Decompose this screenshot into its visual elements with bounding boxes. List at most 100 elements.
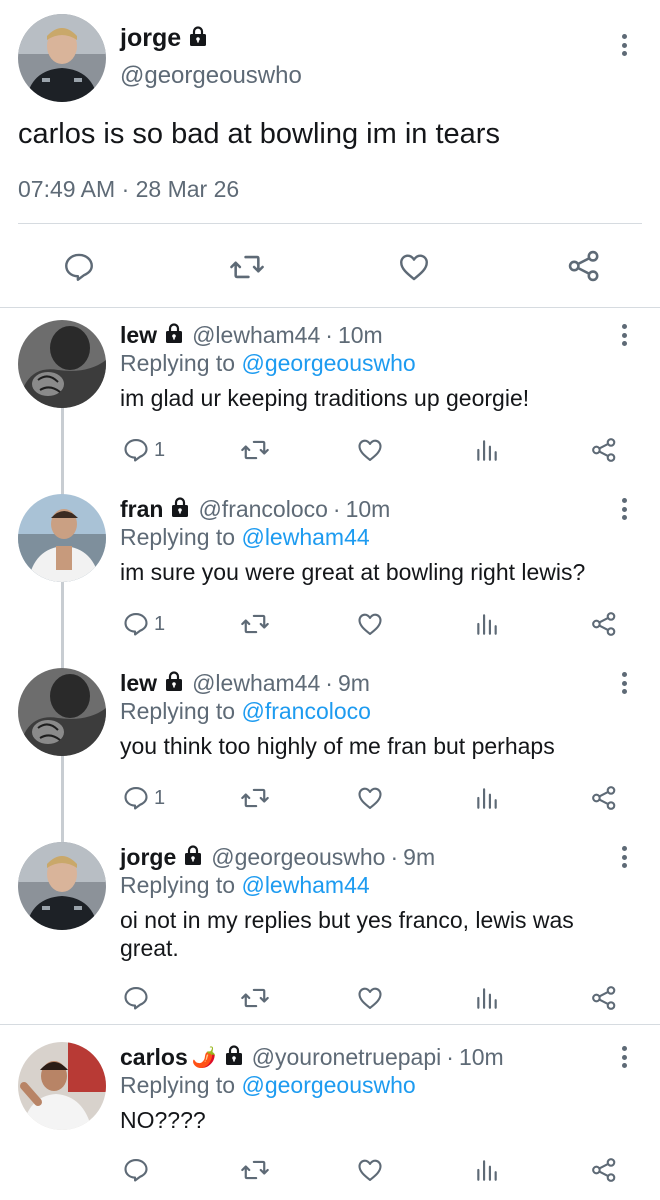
- analytics-button[interactable]: [474, 436, 500, 464]
- author-name[interactable]: jorge: [120, 24, 181, 53]
- more-options-icon[interactable]: [614, 1042, 634, 1072]
- like-button[interactable]: [356, 984, 384, 1012]
- like-icon: [358, 787, 382, 809]
- replying-to: Replying to @georgeouswho: [120, 1072, 416, 1099]
- reply-header: fran @francoloco · 10m: [120, 496, 390, 523]
- author-handle[interactable]: @georgeouswho: [120, 62, 302, 90]
- reply-header: lew @lewham44 · 10m: [120, 322, 383, 349]
- author-name[interactable]: lew: [120, 670, 157, 697]
- reply-icon: [124, 439, 148, 462]
- reply-button[interactable]: [62, 250, 96, 284]
- share-icon: [592, 438, 616, 462]
- retweet-icon: [230, 255, 264, 279]
- like-icon: [358, 439, 382, 461]
- replying-to: Replying to @lewham44: [120, 524, 370, 551]
- retweet-button[interactable]: [240, 984, 270, 1012]
- like-button[interactable]: [356, 436, 384, 464]
- more-options-icon[interactable]: [614, 30, 634, 60]
- name-emoji: 🌶️: [191, 1047, 217, 1069]
- avatar[interactable]: [18, 668, 106, 756]
- share-button[interactable]: [590, 1156, 618, 1184]
- analytics-button[interactable]: [474, 1156, 500, 1184]
- reply-actions: 1: [0, 436, 660, 466]
- share-button[interactable]: [590, 784, 618, 812]
- reply-text: im glad ur keeping traditions up georgie…: [120, 385, 530, 411]
- reply-header: jorge @georgeouswho · 9m: [120, 844, 435, 871]
- reply-actions: 1: [0, 610, 660, 640]
- analytics-button[interactable]: [474, 984, 500, 1012]
- mention-link[interactable]: @lewham44: [241, 524, 369, 550]
- tweet-actions: [0, 244, 660, 288]
- author-handle[interactable]: @francoloco: [198, 496, 327, 523]
- retweet-button[interactable]: [240, 610, 270, 638]
- replying-to-label: Replying to: [120, 1072, 236, 1098]
- replying-to: Replying to @lewham44: [120, 872, 370, 899]
- retweet-button[interactable]: [240, 1156, 270, 1184]
- reply-count: 1: [154, 438, 166, 461]
- reply-actions: [0, 984, 660, 1014]
- reply-text: im sure you were great at bowling right …: [120, 559, 586, 585]
- reply-icon: [124, 787, 148, 810]
- reply-button[interactable]: 1: [122, 436, 165, 464]
- analytics-button[interactable]: [474, 610, 500, 638]
- author-handle[interactable]: @lewham44: [192, 322, 320, 349]
- replying-to-label: Replying to: [120, 872, 236, 898]
- more-options-icon[interactable]: [614, 668, 634, 698]
- share-button[interactable]: [590, 610, 618, 638]
- avatar[interactable]: [18, 494, 106, 582]
- retweet-icon: [241, 614, 269, 634]
- reply-tweet: lew @lewham44 · 9m Replying to @francolo…: [0, 668, 660, 828]
- mention-link[interactable]: @georgeouswho: [241, 350, 415, 376]
- more-options-icon[interactable]: [614, 494, 634, 524]
- like-button[interactable]: [356, 1156, 384, 1184]
- share-button[interactable]: [566, 248, 602, 284]
- like-icon: [358, 987, 382, 1009]
- lock-icon: [163, 322, 185, 349]
- avatar[interactable]: [18, 14, 106, 102]
- author-name[interactable]: jorge: [120, 844, 176, 871]
- divider: [0, 1024, 660, 1025]
- reply-actions: 1: [0, 784, 660, 814]
- share-button[interactable]: [590, 984, 618, 1012]
- reply-button[interactable]: 1: [122, 610, 165, 638]
- like-button[interactable]: [356, 784, 384, 812]
- lock-icon: [182, 844, 204, 871]
- author-name[interactable]: lew: [120, 322, 157, 349]
- avatar[interactable]: [18, 1042, 106, 1130]
- retweet-icon: [241, 788, 269, 808]
- reply-time: 10m: [345, 496, 391, 522]
- avatar[interactable]: [18, 842, 106, 930]
- avatar[interactable]: [18, 320, 106, 408]
- lock-icon: [169, 496, 191, 523]
- divider: [18, 223, 642, 224]
- like-button[interactable]: [396, 250, 432, 284]
- share-icon: [592, 612, 616, 636]
- author-handle[interactable]: @lewham44: [192, 670, 320, 697]
- analytics-icon: [477, 1160, 497, 1181]
- author-name[interactable]: carlos: [120, 1044, 188, 1071]
- reply-tweet: fran @francoloco · 10m Replying to @lewh…: [0, 494, 660, 654]
- author-handle[interactable]: @youronetruepapi: [252, 1044, 442, 1071]
- reply-button[interactable]: 1: [122, 784, 165, 812]
- like-button[interactable]: [356, 610, 384, 638]
- retweet-button[interactable]: [240, 436, 270, 464]
- author-name[interactable]: fran: [120, 496, 163, 523]
- retweet-button[interactable]: [240, 784, 270, 812]
- mention-link[interactable]: @lewham44: [241, 872, 369, 898]
- share-button[interactable]: [590, 436, 618, 464]
- reply-header: lew @lewham44 · 9m: [120, 670, 370, 697]
- retweet-icon: [241, 1160, 269, 1180]
- reply-button[interactable]: [122, 1156, 154, 1184]
- retweet-button[interactable]: [228, 250, 266, 284]
- reply-button[interactable]: [122, 984, 154, 1012]
- analytics-button[interactable]: [474, 784, 500, 812]
- reply-header: carlos 🌶️ @youronetruepapi · 10m: [120, 1044, 504, 1071]
- lock-icon: [163, 670, 185, 697]
- mention-link[interactable]: @francoloco: [241, 698, 370, 724]
- lock-icon: [187, 25, 209, 52]
- more-options-icon[interactable]: [614, 842, 634, 872]
- reply-icon: [124, 1159, 148, 1182]
- mention-link[interactable]: @georgeouswho: [241, 1072, 415, 1098]
- author-handle[interactable]: @georgeouswho: [211, 844, 385, 871]
- more-options-icon[interactable]: [614, 320, 634, 350]
